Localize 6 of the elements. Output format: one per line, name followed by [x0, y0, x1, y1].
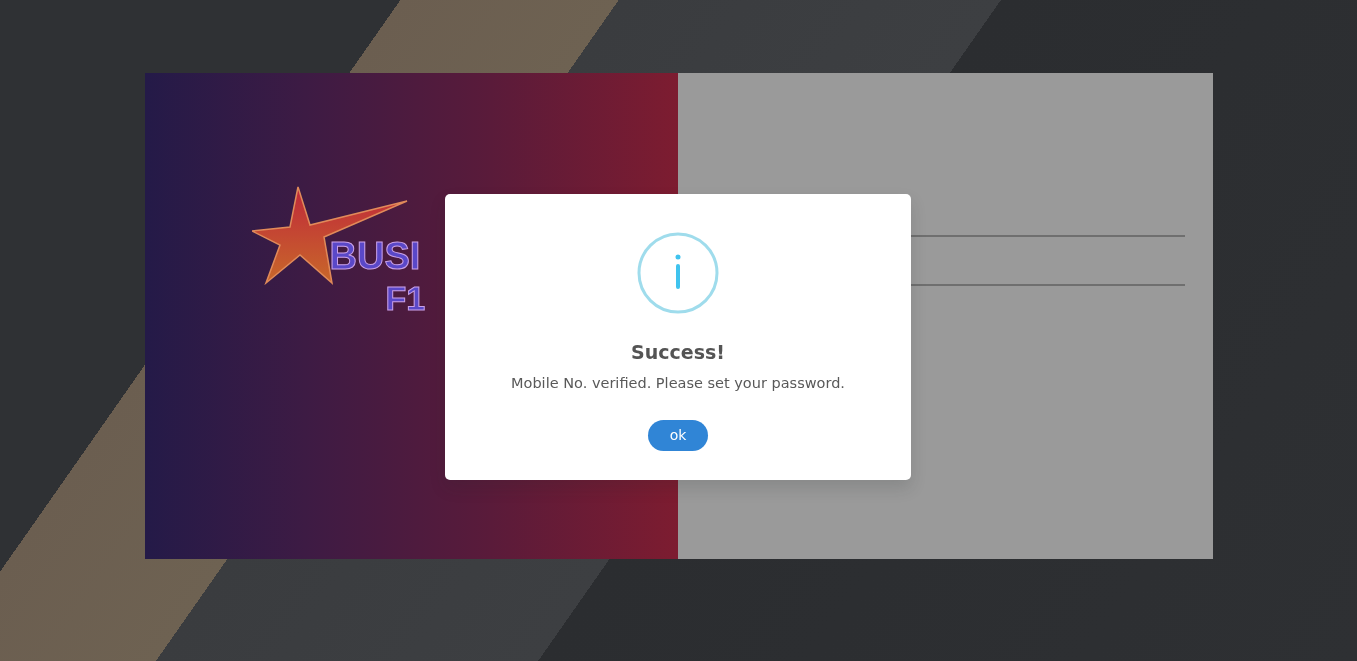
- dialog-title: Success!: [631, 340, 725, 365]
- ok-button[interactable]: ok: [647, 420, 709, 452]
- info-icon: [637, 232, 719, 314]
- dialog-message: Mobile No. verified. Please set your password.: [511, 373, 845, 393]
- logo-text: F1: [385, 281, 426, 315]
- logo-text: BUSI: [329, 237, 421, 275]
